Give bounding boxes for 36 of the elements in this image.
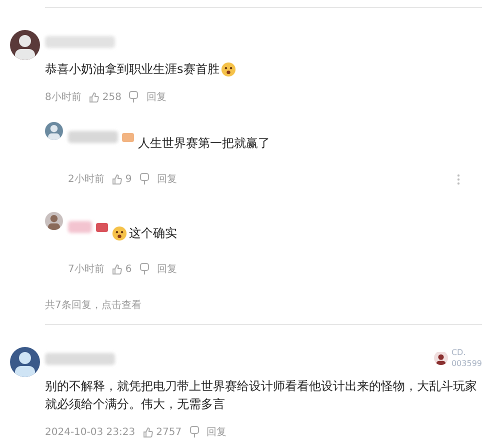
like-button[interactable]: 6: [112, 264, 132, 274]
comment-text: 恭喜小奶油拿到职业生涯s赛首胜: [45, 61, 220, 78]
comment-text: 人生世界赛第一把就赢了: [138, 135, 270, 152]
comment-icon[interactable]: [190, 426, 199, 438]
reply-link[interactable]: 回复: [146, 90, 166, 104]
avatar: [45, 212, 63, 230]
side-label: CD. 003599: [451, 347, 482, 369]
comment-text: 这个确实: [129, 225, 177, 242]
avatar: [10, 30, 40, 60]
reply-link[interactable]: 回复: [156, 172, 177, 186]
comment-icon[interactable]: [140, 173, 149, 185]
timestamp: 8小时前: [45, 90, 82, 104]
view-replies-link[interactable]: 共7条回复，点击查看: [45, 298, 482, 312]
comment-text: 别的不解释，就凭把电刀带上世界赛给设计师看看他设计出来的怪物，大乱斗玩家就必须给个满分。伟大，无需多言: [45, 378, 478, 413]
comment-icon[interactable]: [140, 263, 149, 275]
comment-icon[interactable]: [129, 91, 138, 103]
thumbs-up-icon: [143, 426, 154, 438]
blurred-username: [45, 353, 115, 365]
blurred-username: [45, 36, 115, 48]
like-button[interactable]: 258: [89, 92, 122, 102]
blurred-username: [68, 221, 92, 233]
blurred-username: [68, 131, 118, 143]
reply-link[interactable]: 回复: [206, 425, 227, 439]
avatar: [10, 347, 40, 377]
timestamp: 7小时前: [68, 262, 104, 276]
like-button[interactable]: 9: [112, 174, 132, 184]
avatar: [434, 352, 448, 365]
thumbs-up-icon: [112, 174, 122, 184]
more-icon[interactable]: [457, 174, 460, 184]
timestamp: 2小时前: [68, 172, 104, 186]
avatar: [45, 122, 63, 140]
like-button[interactable]: 2757: [143, 426, 182, 438]
thumbs-up-icon: [112, 264, 122, 274]
reply-link[interactable]: 回复: [156, 262, 177, 276]
thumbs-up-icon: [89, 92, 100, 102]
timestamp: 2024-10-03 23:23: [45, 426, 136, 438]
